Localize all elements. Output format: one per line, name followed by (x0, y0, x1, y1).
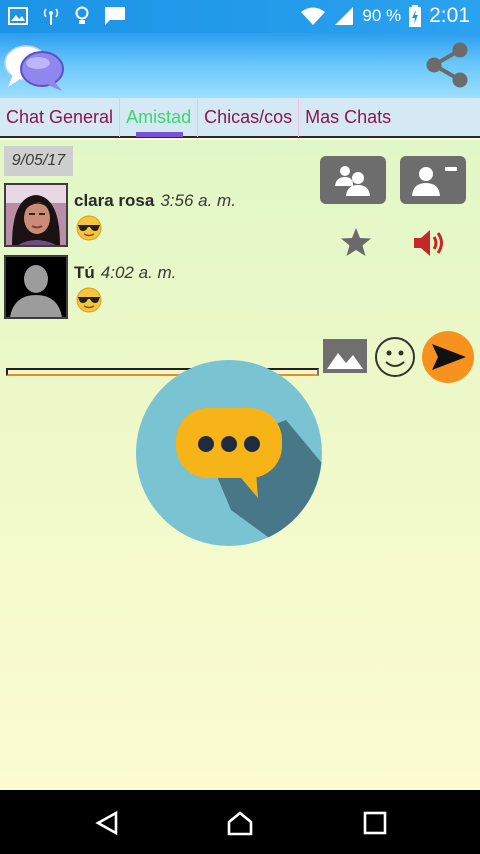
message-header: clara rosa 3:56 a. m. (74, 191, 236, 211)
battery-percent: 90 % (362, 6, 402, 25)
wifi-icon (301, 7, 326, 25)
smiley-icon[interactable] (374, 336, 416, 378)
volume-icon[interactable] (412, 227, 448, 259)
message-icon (105, 7, 125, 25)
group-users-icon (335, 166, 370, 196)
sender-name: Tú (74, 263, 95, 282)
tab-amistad[interactable]: Amistad (119, 97, 197, 137)
lightbulb-icon (75, 6, 89, 24)
status-bar: 90 % 2:01 (0, 0, 480, 33)
image-icon (8, 7, 28, 25)
back-icon[interactable] (94, 810, 120, 836)
star-icon[interactable] (340, 226, 372, 258)
message-time: 3:56 a. m. (160, 191, 236, 210)
cool-emoji-icon (76, 287, 102, 313)
system-indicators: 90 % 2:01 (300, 3, 470, 29)
clock: 2:01 (429, 4, 470, 27)
tab-mas-chats[interactable]: Mas Chats (298, 97, 397, 137)
chat-bubbles-logo-icon[interactable] (4, 41, 66, 93)
photo-avatar (6, 185, 66, 245)
message-time: 4:02 a. m. (100, 263, 177, 282)
tab-chicas-cos[interactable]: Chicas/cos (197, 97, 298, 137)
avatar[interactable] (4, 183, 68, 247)
sender-name: clara rosa (74, 191, 155, 210)
chat-bubble-badge-icon (136, 360, 322, 546)
tab-bar: Chat General Amistad Chicas/cos Mas Chat… (0, 97, 480, 138)
list-item: clara rosa 3:56 a. m. (4, 183, 304, 249)
battery-charging-icon (409, 5, 422, 27)
list-item: Tú 4:02 a. m. (4, 255, 304, 321)
tab-chat-general[interactable]: Chat General (0, 97, 119, 137)
date-label: 9/05/17 (4, 146, 73, 176)
cool-emoji-icon (76, 215, 102, 241)
navigation-bar (0, 790, 480, 854)
remove-contact-button[interactable] (400, 156, 466, 204)
remove-contact-icon (412, 167, 457, 196)
message-header: Tú 4:02 a. m. (74, 263, 176, 283)
app-bar (0, 33, 480, 98)
attach-image-icon[interactable] (322, 338, 368, 374)
send-button[interactable] (421, 330, 475, 384)
notification-icons (8, 4, 126, 28)
share-icon[interactable] (424, 41, 470, 89)
avatar[interactable] (4, 255, 68, 319)
cell-signal-icon (335, 7, 354, 25)
group-users-button[interactable] (320, 156, 386, 204)
radio-signal-icon (43, 8, 59, 25)
home-icon[interactable] (226, 810, 254, 836)
chat-area: 9/05/17 clara rosa 3:56 a. m. Tú 4:02 a.… (0, 140, 480, 790)
default-avatar (6, 257, 66, 317)
recents-icon[interactable] (362, 810, 388, 836)
